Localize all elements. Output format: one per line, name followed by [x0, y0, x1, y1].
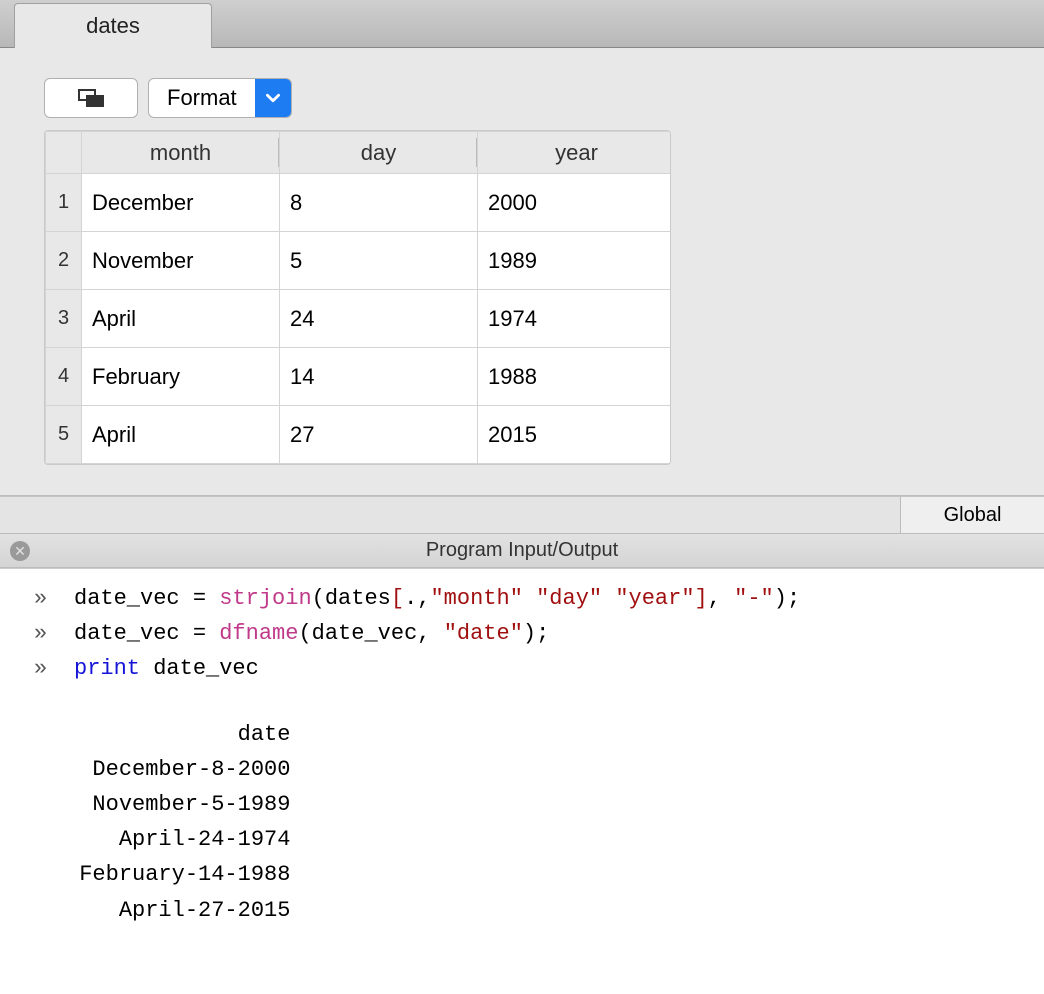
row-header[interactable]: 3	[46, 290, 82, 348]
code-text: date_vec = strjoin(dates[.,"month" "day"…	[74, 581, 800, 616]
row-header[interactable]: 5	[46, 406, 82, 464]
prompt-symbol: »	[34, 616, 74, 651]
code-line: »print date_vec	[0, 651, 1044, 686]
viewer-toolbar: Format	[44, 78, 1014, 118]
cell-day[interactable]: 24	[280, 290, 478, 348]
table-row[interactable]: 2November51989	[46, 232, 672, 290]
popout-window-button[interactable]	[44, 78, 138, 118]
close-icon[interactable]: ✕	[10, 541, 30, 561]
header-row: month day year	[46, 132, 672, 174]
format-dropdown[interactable]: Format	[148, 78, 292, 118]
scope-bar: Global	[0, 496, 1044, 534]
output-row: November-5-1989	[0, 787, 1044, 822]
popout-icon	[78, 89, 104, 107]
code-line: »date_vec = dfname(date_vec, "date");	[0, 616, 1044, 651]
output-row: February-14-1988	[0, 857, 1044, 892]
row-header[interactable]: 2	[46, 232, 82, 290]
cell-month[interactable]: February	[82, 348, 280, 406]
col-label: year	[555, 140, 598, 165]
prompt-symbol: »	[34, 581, 74, 616]
output-block: date December-8-2000 November-5-1989 Apr…	[0, 717, 1044, 928]
cell-day[interactable]: 8	[280, 174, 478, 232]
tab-dates[interactable]: dates	[14, 3, 212, 48]
table-row[interactable]: 5April272015	[46, 406, 672, 464]
col-header-month[interactable]: month	[82, 132, 280, 174]
code-text: print date_vec	[74, 651, 259, 686]
chevron-down-icon	[255, 79, 291, 117]
output-row: December-8-2000	[0, 752, 1044, 787]
tab-bar: dates	[0, 0, 1044, 48]
table-row[interactable]: 1December82000	[46, 174, 672, 232]
output-header: date	[0, 717, 1044, 752]
cell-month[interactable]: April	[82, 290, 280, 348]
col-header-year[interactable]: year	[478, 132, 672, 174]
cell-year[interactable]: 2015	[478, 406, 672, 464]
code-text: date_vec = dfname(date_vec, "date");	[74, 616, 549, 651]
cell-year[interactable]: 1974	[478, 290, 672, 348]
cell-month[interactable]: April	[82, 406, 280, 464]
cell-day[interactable]: 5	[280, 232, 478, 290]
cell-month[interactable]: November	[82, 232, 280, 290]
output-row: April-27-2015	[0, 893, 1044, 928]
data-grid[interactable]: month day year 1December820002November51…	[44, 130, 671, 465]
table-row[interactable]: 3April241974	[46, 290, 672, 348]
io-header: ✕ Program Input/Output	[0, 534, 1044, 568]
row-header[interactable]: 1	[46, 174, 82, 232]
cell-year[interactable]: 1989	[478, 232, 672, 290]
cell-day[interactable]: 27	[280, 406, 478, 464]
prompt-symbol: »	[34, 651, 74, 686]
row-header[interactable]: 4	[46, 348, 82, 406]
col-label: day	[361, 140, 396, 165]
col-header-day[interactable]: day	[280, 132, 478, 174]
console-panel[interactable]: »date_vec = strjoin(dates[.,"month" "day…	[0, 568, 1044, 994]
cell-year[interactable]: 1988	[478, 348, 672, 406]
col-label: month	[150, 140, 211, 165]
io-title: Program Input/Output	[0, 539, 1044, 562]
cell-year[interactable]: 2000	[478, 174, 672, 232]
cell-day[interactable]: 14	[280, 348, 478, 406]
scope-label: Global	[944, 504, 1002, 527]
data-viewer-panel: Format month day year 1December	[0, 48, 1044, 496]
format-label: Format	[149, 79, 255, 117]
tab-label: dates	[86, 13, 140, 39]
table-row[interactable]: 4February141988	[46, 348, 672, 406]
cell-month[interactable]: December	[82, 174, 280, 232]
scope-dropdown[interactable]: Global	[900, 497, 1044, 533]
corner-cell[interactable]	[46, 132, 82, 174]
output-row: April-24-1974	[0, 822, 1044, 857]
code-line: »date_vec = strjoin(dates[.,"month" "day…	[0, 581, 1044, 616]
